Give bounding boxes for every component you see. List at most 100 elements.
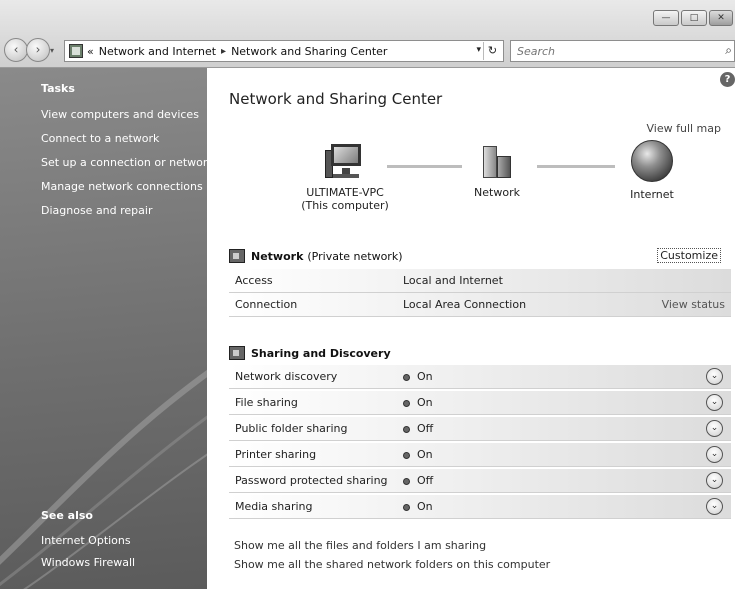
sharing-row-public-folder[interactable]: Public folder sharing Off ⌄ xyxy=(229,417,731,441)
row-status: Off xyxy=(403,474,433,487)
network-icon xyxy=(479,144,515,180)
row-label: Connection xyxy=(235,298,298,311)
recent-pages-dropdown[interactable]: ▾ xyxy=(50,46,54,55)
window-controls: — □ ✕ xyxy=(651,10,733,26)
task-setup-connection[interactable]: Set up a connection or network xyxy=(41,156,207,169)
row-value: Local Area Connection xyxy=(403,298,527,311)
task-diagnose-repair[interactable]: Diagnose and repair xyxy=(41,204,153,217)
sharing-row-media[interactable]: Media sharing On ⌄ xyxy=(229,495,731,519)
row-status: On xyxy=(403,396,433,409)
row-status-text: Off xyxy=(417,422,434,435)
network-row-access: Access Local and Internet xyxy=(229,269,731,293)
row-status: On xyxy=(403,448,433,461)
breadcrumb-network-and-sharing-center[interactable]: Network and Sharing Center xyxy=(231,45,387,58)
network-name: Network xyxy=(251,249,304,263)
row-label: File sharing xyxy=(235,396,298,409)
sidebar: Tasks View computers and devices Connect… xyxy=(0,68,207,589)
network-section-header: Network (Private network) xyxy=(229,249,403,263)
task-view-computers[interactable]: View computers and devices xyxy=(41,108,199,121)
control-panel-icon xyxy=(69,44,83,58)
row-label: Media sharing xyxy=(235,500,313,513)
task-manage-connections[interactable]: Manage network connections xyxy=(41,180,203,193)
row-status-text: Off xyxy=(417,474,434,487)
expand-icon[interactable]: ⌄ xyxy=(706,420,723,437)
link-show-shared-folders[interactable]: Show me all the shared network folders o… xyxy=(234,558,550,571)
row-label: Public folder sharing xyxy=(235,422,348,435)
view-status-link[interactable]: View status xyxy=(662,298,725,311)
maximize-icon: □ xyxy=(689,13,699,23)
help-icon[interactable]: ? xyxy=(720,72,735,87)
expand-icon[interactable]: ⌄ xyxy=(706,498,723,515)
row-status: Off xyxy=(403,422,433,435)
status-dot-icon xyxy=(403,451,410,459)
computer-name: ULTIMATE-VPC xyxy=(306,186,384,199)
map-connector xyxy=(387,165,462,168)
forward-button[interactable]: › xyxy=(26,38,50,62)
sharing-icon xyxy=(229,346,245,360)
address-dropdown-icon[interactable]: ▾ xyxy=(476,45,481,55)
close-icon: ✕ xyxy=(717,13,725,23)
row-status: On xyxy=(403,500,433,513)
internet-label: Internet xyxy=(630,188,674,201)
row-label: Password protected sharing xyxy=(235,474,388,487)
sharing-title: Sharing and Discovery xyxy=(251,346,391,360)
tasks-heading: Tasks xyxy=(41,82,75,95)
close-button[interactable]: ✕ xyxy=(709,10,733,26)
computer-icon xyxy=(325,144,365,180)
sharing-row-file-sharing[interactable]: File sharing On ⌄ xyxy=(229,391,731,415)
minimize-icon: — xyxy=(661,13,671,23)
maximize-button[interactable]: □ xyxy=(681,10,707,26)
row-label: Printer sharing xyxy=(235,448,317,461)
view-full-map-link[interactable]: View full map xyxy=(647,122,722,135)
network-label: Network xyxy=(474,186,520,199)
row-label: Access xyxy=(235,274,273,287)
breadcrumb-network-and-internet[interactable]: Network and Internet xyxy=(99,45,216,58)
sharing-row-network-discovery[interactable]: Network discovery On ⌄ xyxy=(229,365,731,389)
expand-icon[interactable]: ⌄ xyxy=(706,368,723,385)
status-dot-icon xyxy=(403,477,410,485)
address-bar[interactable]: « Network and Internet ▸ Network and Sha… xyxy=(64,40,504,62)
network-icon xyxy=(229,249,245,263)
task-connect-network[interactable]: Connect to a network xyxy=(41,132,159,145)
globe-icon xyxy=(631,140,673,182)
expand-icon[interactable]: ⌄ xyxy=(706,446,723,463)
row-status-text: On xyxy=(417,370,433,383)
link-windows-firewall[interactable]: Windows Firewall xyxy=(41,556,135,569)
window-chrome: — □ ✕ ‹ › ▾ « Network and Internet ▸ Net… xyxy=(0,0,735,68)
search-box[interactable]: ⌕ xyxy=(510,40,735,62)
search-icon[interactable]: ⌕ xyxy=(725,43,732,58)
forward-arrow-icon: › xyxy=(35,42,41,57)
link-internet-options[interactable]: Internet Options xyxy=(41,534,131,547)
map-network[interactable]: Network xyxy=(457,144,537,199)
search-input[interactable] xyxy=(517,41,707,61)
expand-icon[interactable]: ⌄ xyxy=(706,394,723,411)
breadcrumb-overflow[interactable]: « xyxy=(87,45,94,58)
status-dot-icon xyxy=(403,399,410,407)
row-status-text: On xyxy=(417,396,433,409)
row-status: On xyxy=(403,370,433,383)
see-also-heading: See also xyxy=(41,509,93,522)
main-content: ? Network and Sharing Center View full m… xyxy=(207,68,735,589)
map-internet[interactable]: Internet xyxy=(612,140,692,201)
row-value: Local and Internet xyxy=(403,274,503,287)
row-label: Network discovery xyxy=(235,370,338,383)
back-button[interactable]: ‹ xyxy=(4,38,28,62)
navigation-row: ‹ › ▾ « Network and Internet ▸ Network a… xyxy=(0,38,735,64)
map-this-computer[interactable]: ULTIMATE-VPC (This computer) xyxy=(295,144,395,212)
link-show-shared-files[interactable]: Show me all the files and folders I am s… xyxy=(234,539,486,552)
expand-icon[interactable]: ⌄ xyxy=(706,472,723,489)
sharing-row-password-protected[interactable]: Password protected sharing Off ⌄ xyxy=(229,469,731,493)
breadcrumb-separator-icon[interactable]: ▸ xyxy=(221,46,226,57)
network-type: (Private network) xyxy=(307,249,403,263)
status-dot-icon xyxy=(403,503,410,511)
sharing-row-printer[interactable]: Printer sharing On ⌄ xyxy=(229,443,731,467)
customize-link[interactable]: Customize xyxy=(657,248,721,263)
back-arrow-icon: ‹ xyxy=(13,42,19,57)
minimize-button[interactable]: — xyxy=(653,10,679,26)
network-row-connection: Connection Local Area Connection View st… xyxy=(229,293,731,317)
refresh-icon[interactable]: ↻ xyxy=(483,42,501,60)
map-connector xyxy=(537,165,615,168)
sharing-section-header: Sharing and Discovery xyxy=(229,346,395,360)
computer-subtitle: (This computer) xyxy=(301,199,389,212)
page-title: Network and Sharing Center xyxy=(229,90,443,108)
